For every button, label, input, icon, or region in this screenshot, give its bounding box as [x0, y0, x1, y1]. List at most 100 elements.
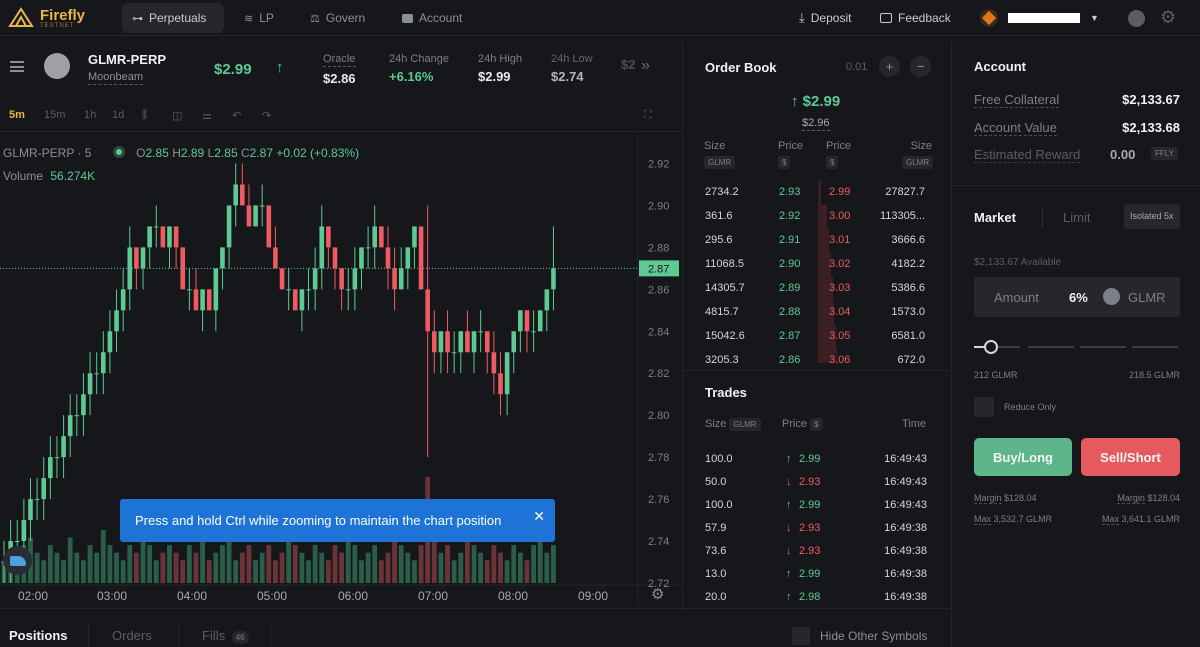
price-tick-label: 2.90: [648, 200, 669, 212]
tab-market[interactable]: Market: [974, 210, 1016, 225]
volume-bar: [67, 537, 73, 583]
volume-bar: [412, 560, 417, 583]
volume-bar: [94, 552, 100, 583]
candle-body: [206, 289, 212, 311]
low-stat: 24h Low $2.74: [551, 53, 593, 84]
orderbook-row[interactable]: 361.6 2.92 3.00 113305...: [683, 205, 951, 229]
settings-gear-icon[interactable]: ⚙: [1160, 7, 1176, 28]
volume-bar: [484, 560, 490, 583]
trade-time: 16:49:38: [884, 545, 927, 557]
orderbook-row[interactable]: 295.6 2.91 3.01 3666.6: [683, 229, 951, 253]
tab-positions[interactable]: Positions: [9, 628, 68, 643]
ask-size: 672.0: [897, 354, 925, 363]
timeframe-15m[interactable]: 15m: [44, 109, 65, 121]
trade-price: 2.93: [799, 476, 821, 488]
firefly-logo-icon: [8, 7, 34, 27]
volume-bar: [332, 545, 338, 583]
nav-lp-label: LP: [259, 11, 274, 25]
trade-time: 16:49:43: [884, 453, 927, 465]
candle-body: [14, 541, 20, 543]
trade-row: 50.0 ↓ 2.93 16:49:43: [683, 472, 951, 495]
firefly-logo[interactable]: Firefly TESTNET: [8, 6, 85, 30]
trade-time: 16:49:38: [884, 591, 927, 603]
undo-icon[interactable]: ↶: [232, 109, 241, 122]
orderbook-row[interactable]: 11068.5 2.90 3.02 4182.2: [683, 253, 951, 277]
leverage-badge[interactable]: Isolated 5x: [1124, 204, 1180, 229]
orderbook-row[interactable]: 14305.7 2.89 3.03 5386.6: [683, 277, 951, 301]
hide-other-symbols-checkbox[interactable]: [792, 627, 810, 645]
volume-bar: [405, 552, 411, 583]
notification-bell-icon[interactable]: [1128, 10, 1145, 27]
orderbook-row[interactable]: 2734.2 2.93 2.99 27827.7: [683, 181, 951, 205]
volume-bar: [378, 560, 384, 583]
candle-body: [54, 457, 60, 459]
orderbook-row[interactable]: 15042.6 2.87 3.05 6581.0: [683, 325, 951, 349]
volume-bar: [398, 545, 404, 583]
orderbook-row[interactable]: 3205.3 2.86 3.06 672.0: [683, 349, 951, 363]
fullscreen-icon[interactable]: ⛶: [644, 109, 652, 122]
col-size-label-right: Size: [910, 140, 932, 152]
orderbook-row[interactable]: 4815.7 2.88 3.04 1573.0: [683, 301, 951, 325]
tab-fills[interactable]: Fills 46: [202, 628, 249, 644]
indicators-icon[interactable]: ◫: [172, 109, 182, 122]
nav-account[interactable]: Account: [392, 3, 472, 33]
settings-sliders-icon[interactable]: ⚌: [202, 109, 212, 122]
chart-watermark-logo[interactable]: [3, 546, 32, 575]
volume-bar: [34, 552, 40, 583]
price-chart[interactable]: 2.92 2.90 2.88 2.86 2.84 2.82 2.80 2.78 2.76 2.74…: [0, 135, 681, 607]
account-title: Account: [974, 59, 1026, 74]
candle-type-icon[interactable]: ⫼: [142, 109, 147, 122]
trades-col-size: Size GLMR: [705, 418, 761, 431]
volume-bar: [306, 560, 311, 583]
nav-lp[interactable]: ≋ LP: [234, 3, 284, 33]
trade-time: 16:49:38: [884, 522, 927, 534]
ask-size: 6581.0: [891, 330, 925, 342]
market-selector[interactable]: GLMR-PERP Moonbeam: [88, 52, 166, 85]
metamask-fox-icon: [980, 9, 998, 27]
trade-row: 100.0 ↑ 2.99 16:49:43: [683, 449, 951, 472]
volume-bar: [365, 552, 371, 583]
hamburger-menu-icon[interactable]: [10, 61, 24, 72]
account-panel: Account Free Collateral $2,133.67 Accoun…: [951, 42, 1200, 647]
sell-short-button[interactable]: Sell/Short: [1081, 438, 1180, 476]
tab-orders[interactable]: Orders: [112, 628, 152, 643]
market-name: Moonbeam: [88, 71, 144, 85]
slider-handle[interactable]: [984, 340, 998, 354]
close-icon[interactable]: ✕: [533, 508, 545, 525]
feedback-button[interactable]: Feedback: [870, 3, 961, 33]
nav-perpetuals[interactable]: ⊶ Perpetuals: [122, 3, 224, 33]
wallet-menu[interactable]: ▼: [980, 9, 1099, 27]
candle-body: [74, 415, 80, 417]
deposit-button[interactable]: ⤓ Deposit: [789, 3, 861, 33]
candle-body: [465, 331, 470, 353]
chart-settings-gear-icon[interactable]: ⚙: [651, 585, 664, 603]
ohlc-c-label: C: [240, 146, 250, 160]
trade-size: 20.0: [705, 591, 727, 603]
candle-body: [226, 205, 232, 248]
zoom-out-button[interactable]: −: [910, 56, 931, 77]
slider-track-seg: [1080, 346, 1126, 348]
buy-long-button[interactable]: Buy/Long: [974, 438, 1072, 476]
redo-icon[interactable]: ↷: [262, 109, 271, 122]
volume-bar: [226, 537, 232, 583]
candle-body: [365, 247, 371, 249]
estimated-reward-label: Estimated Reward: [974, 147, 1081, 163]
tab-limit[interactable]: Limit: [1063, 210, 1090, 225]
volume-bar: [471, 545, 477, 583]
chart-toolbar: 5m 15m 1h 1d ⫼ ◫ ⚌ ↶ ↷ ⛶: [0, 100, 681, 132]
timeframe-1h[interactable]: 1h: [84, 109, 96, 121]
zoom-in-button[interactable]: +: [879, 56, 900, 77]
buy-margin-label: Margin: [974, 493, 1002, 504]
time-tick-label: 03:00: [97, 589, 127, 603]
candle-body: [379, 226, 384, 248]
timeframe-5m[interactable]: 5m: [9, 109, 25, 121]
amount-input[interactable]: Amount 6% GLMR: [974, 277, 1180, 317]
nav-govern[interactable]: ⚖ Govern: [300, 3, 375, 33]
volume-bar: [74, 552, 80, 583]
candle-body: [120, 289, 126, 311]
timeframe-1d[interactable]: 1d: [112, 109, 124, 121]
amount-slider[interactable]: [974, 340, 1180, 354]
volume-bar: [511, 545, 517, 583]
double-chevron-right-icon[interactable]: »: [641, 57, 650, 75]
reduce-only-checkbox[interactable]: [974, 397, 994, 417]
